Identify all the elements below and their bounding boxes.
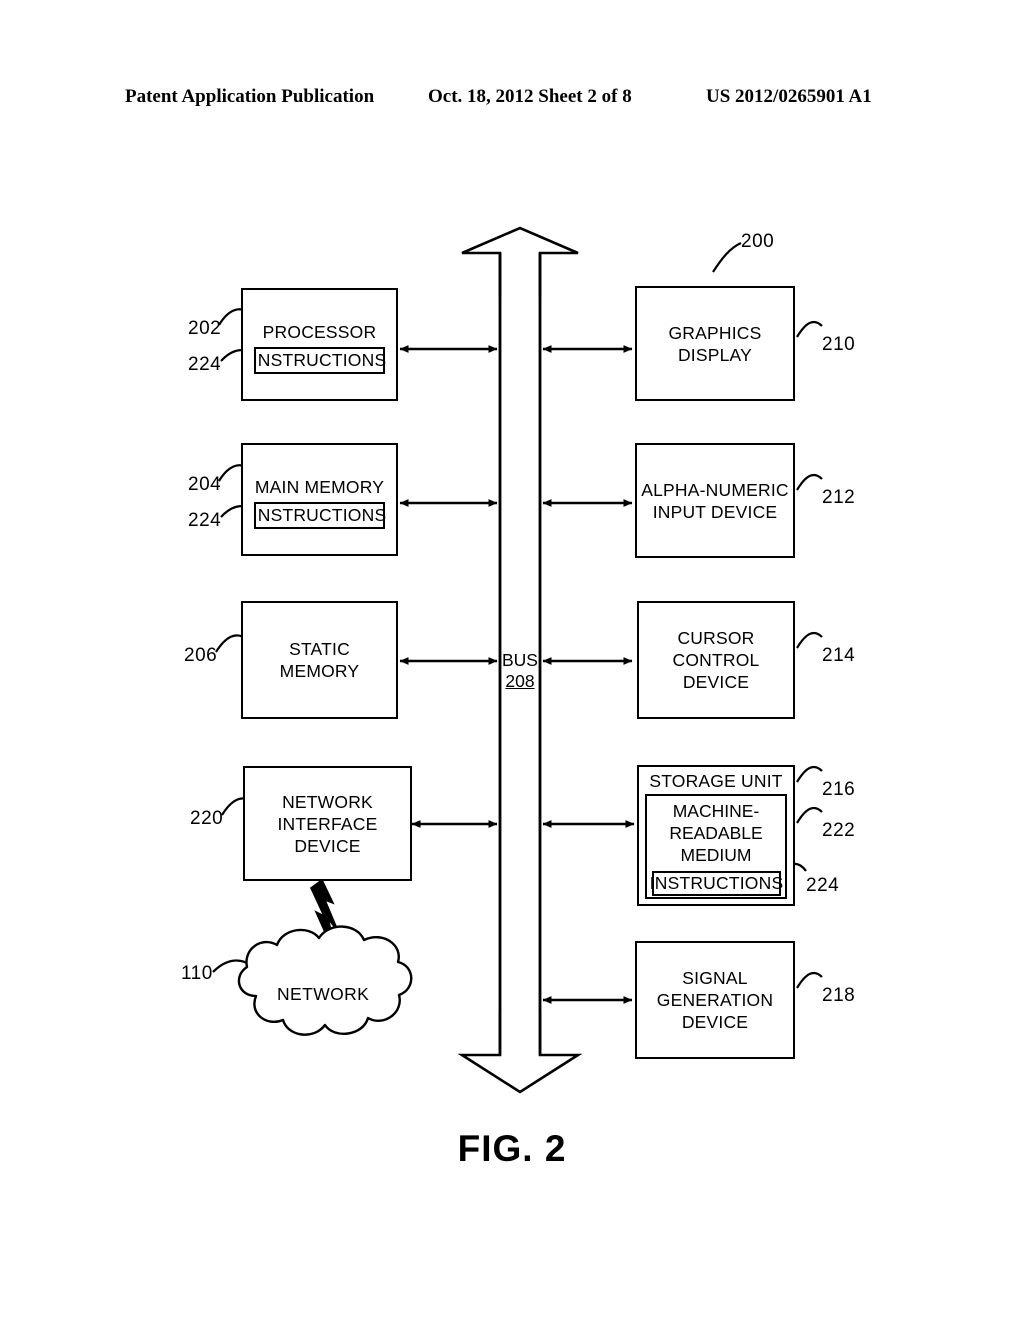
machine-readable-medium-label: MACHINE- READABLE MEDIUM bbox=[669, 801, 763, 865]
storage-instructions-label: INSTRUCTIONS bbox=[649, 873, 784, 893]
network-cloud-label: NETWORK bbox=[277, 984, 370, 1004]
ref-204-main-memory: 204 bbox=[188, 474, 222, 495]
alpha-numeric-input-device-label: ALPHA-NUMERIC INPUT DEVICE bbox=[641, 479, 789, 522]
main-memory-instructions-box[interactable]: INSTRUCTIONS bbox=[252, 502, 387, 529]
network-cloud-shape bbox=[237, 925, 413, 1036]
processor-box[interactable]: PROCESSOR bbox=[241, 288, 398, 401]
processor-label: PROCESSOR bbox=[262, 321, 377, 342]
bus-connectors-left bbox=[399, 345, 498, 828]
processor-instructions-box[interactable]: INSTRUCTIONS bbox=[252, 347, 387, 374]
ref-200-system: 200 bbox=[741, 231, 775, 252]
ref-224-storage-instructions: 224 bbox=[806, 875, 840, 896]
bus-connectors-right bbox=[542, 345, 635, 1004]
static-memory-box[interactable]: STATIC MEMORY bbox=[241, 601, 398, 719]
ref-110-network: 110 bbox=[181, 963, 213, 984]
network-interface-device-box[interactable]: NETWORK INTERFACE DEVICE bbox=[243, 766, 412, 881]
signal-generation-device-box[interactable]: SIGNAL GENERATION DEVICE bbox=[635, 941, 795, 1059]
ref-216-storage-unit: 216 bbox=[822, 779, 856, 800]
ref-224-main-memory-instructions: 224 bbox=[188, 510, 222, 531]
cursor-control-device-box[interactable]: CURSOR CONTROL DEVICE bbox=[637, 601, 795, 719]
cursor-control-device-label: CURSOR CONTROL DEVICE bbox=[672, 628, 760, 692]
patent-figure-2: PROCESSOR INSTRUCTIONS MAIN MEMORY INSTR… bbox=[0, 0, 1024, 1320]
alpha-numeric-input-device-box[interactable]: ALPHA-NUMERIC INPUT DEVICE bbox=[635, 443, 795, 558]
bus-label: BUS bbox=[502, 650, 538, 670]
ref-212-alpha-numeric-input-device: 212 bbox=[822, 487, 856, 508]
processor-instructions-label: INSTRUCTIONS bbox=[252, 350, 387, 370]
ref-202-processor: 202 bbox=[188, 318, 222, 339]
ref-220-network-interface-device: 220 bbox=[190, 808, 224, 829]
ref-224-processor-instructions: 224 bbox=[188, 354, 222, 375]
storage-instructions-box[interactable]: INSTRUCTIONS bbox=[649, 871, 784, 896]
ref-222-machine-readable-medium: 222 bbox=[822, 820, 856, 841]
signal-generation-device-label: SIGNAL GENERATION DEVICE bbox=[656, 968, 774, 1032]
ref-214-cursor-control-device: 214 bbox=[822, 645, 856, 666]
main-memory-box[interactable]: MAIN MEMORY bbox=[241, 443, 398, 556]
figure-caption: FIG. 2 bbox=[457, 1128, 567, 1169]
ref-218-signal-generation-device: 218 bbox=[822, 985, 856, 1006]
graphics-display-box[interactable]: GRAPHICS DISPLAY bbox=[635, 286, 795, 401]
ref-206-static-memory: 206 bbox=[184, 645, 218, 666]
bus-ref-number: 208 bbox=[505, 671, 535, 691]
graphics-display-label: GRAPHICS DISPLAY bbox=[668, 322, 762, 365]
ref-210-graphics-display: 210 bbox=[822, 334, 856, 355]
storage-unit-label: STORAGE UNIT bbox=[649, 771, 783, 791]
static-memory-label: STATIC MEMORY bbox=[279, 639, 360, 681]
main-memory-label: MAIN MEMORY bbox=[254, 476, 385, 497]
main-memory-instructions-label: INSTRUCTIONS bbox=[252, 505, 387, 525]
network-interface-device-label: NETWORK INTERFACE DEVICE bbox=[277, 791, 378, 856]
bus-label-group: BUS 208 bbox=[494, 650, 546, 692]
